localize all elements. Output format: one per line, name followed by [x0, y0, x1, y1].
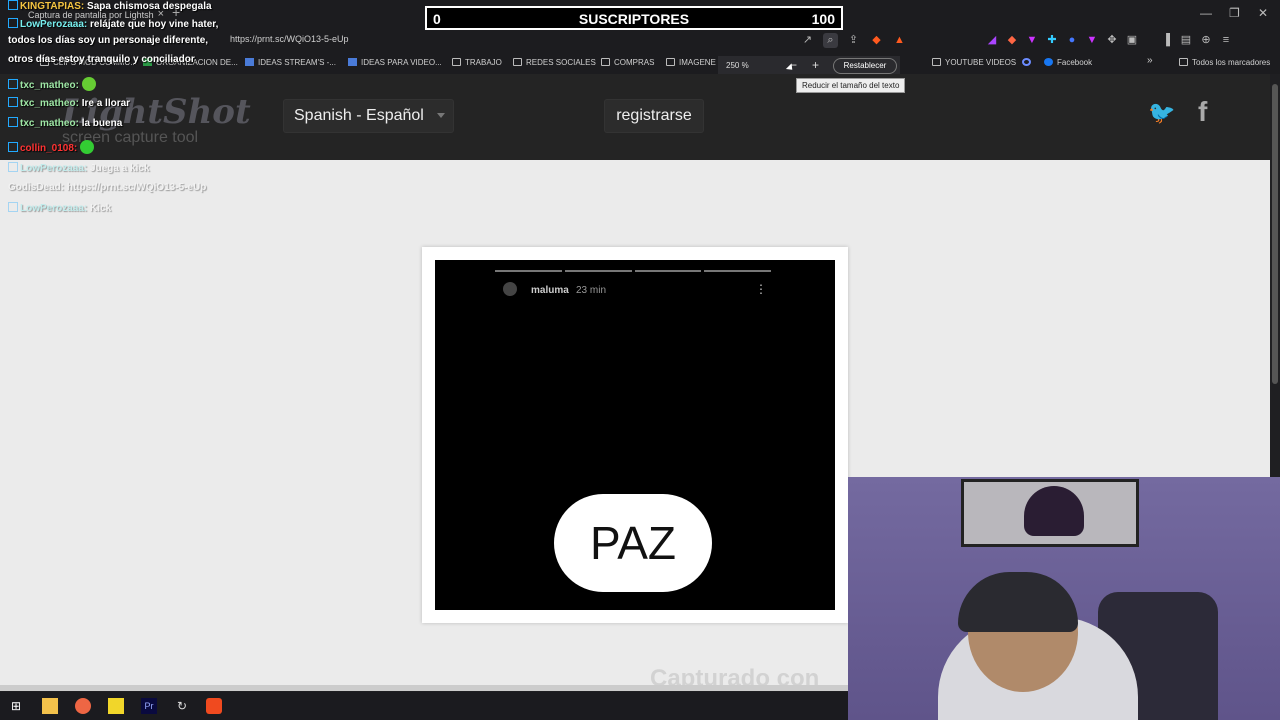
chat-message: KINGTAPIAS: Sapa chismosa despegala: [8, 0, 212, 12]
sticky-notes-icon[interactable]: [108, 698, 124, 714]
story-username: maluma: [531, 285, 569, 296]
folder-icon: [932, 58, 941, 66]
avatar: [503, 282, 517, 296]
zoom-in-button[interactable]: +: [812, 58, 819, 72]
language-select[interactable]: Spanish - Español: [283, 99, 454, 133]
story-time: 23 min: [576, 285, 607, 296]
bookmark-item[interactable]: [1022, 58, 1035, 67]
file-explorer-icon[interactable]: [42, 698, 58, 714]
language-value: Spanish - Español: [294, 107, 424, 124]
subscriber-goal-bar: 0 SUSCRIPTORES 100: [425, 6, 843, 30]
minimize-icon[interactable]: —: [1200, 6, 1212, 20]
puzzle-icon[interactable]: ✥: [1105, 33, 1119, 48]
app-icon[interactable]: ↻: [174, 698, 190, 714]
chrome-icon: [1022, 58, 1031, 66]
scroll-thumb[interactable]: [1272, 84, 1278, 384]
extension-icon[interactable]: ◆: [1005, 33, 1019, 48]
emote-icon: [80, 140, 95, 154]
emote-icon: [81, 77, 96, 91]
subscriber-goal: 100: [811, 11, 835, 27]
chat-message: LowPerozaaa: relájate que hoy vine hater…: [8, 18, 218, 30]
wall-frame: [961, 479, 1139, 547]
chevron-down-icon: [437, 113, 445, 118]
bookmark-item[interactable]: IDEAS STREAM'S -...: [245, 58, 336, 67]
badge-icon: [8, 202, 18, 212]
chat-message: otros días estoy tranquilo y conciliador: [8, 54, 195, 65]
folder-icon: [513, 58, 522, 66]
badge-icon: [8, 97, 18, 107]
zoom-level: 250 %: [726, 61, 749, 70]
badge-icon: [8, 117, 18, 127]
premiere-pro-icon[interactable]: Pr: [141, 698, 157, 714]
site-header: LightShot screen capture tool Spanish - …: [0, 74, 1270, 160]
reset-zoom-button[interactable]: Restablecer: [833, 58, 897, 74]
story-text-sticker: PAZ: [554, 494, 712, 592]
chat-message: txc_matheo: la buena: [8, 117, 122, 129]
document-icon: [348, 58, 357, 66]
windows-taskbar: ⊞ Pr ↻: [0, 692, 848, 720]
document-icon: [245, 58, 254, 66]
more-bookmarks-icon[interactable]: »: [1147, 55, 1153, 66]
folder-icon: [666, 58, 675, 66]
windows-start-icon[interactable]: ⊞: [8, 698, 24, 714]
wallet-icon[interactable]: ▣: [1125, 33, 1139, 48]
maximize-icon[interactable]: ❐: [1229, 6, 1240, 20]
extension-icon[interactable]: ●: [1065, 33, 1079, 48]
brave-shield-icon[interactable]: ◆: [869, 33, 884, 48]
bookmark-item[interactable]: REDES SOCIALES: [513, 58, 596, 67]
share-icon[interactable]: ⇪: [846, 33, 861, 48]
chat-message: txc_matheo:: [8, 77, 96, 91]
bookmark-item[interactable]: COMPRAS: [601, 58, 654, 67]
bookmark-item[interactable]: IMAGENE: [666, 58, 716, 67]
more-options-icon: ⋮: [755, 282, 767, 296]
chat-message: GodisDead: https://prnt.sc/WQiO13-5-eUp: [8, 182, 207, 193]
subscriber-label: SUSCRIPTORES: [578, 11, 690, 27]
brave-browser-icon[interactable]: [206, 698, 222, 714]
bookmark-item[interactable]: Facebook: [1044, 58, 1092, 67]
sidebar-icon[interactable]: ▐: [1159, 33, 1173, 48]
badge-icon: [8, 142, 18, 152]
chat-message: txc_matheo: Ire a llorar: [8, 97, 130, 109]
webcam-overlay: [848, 477, 1280, 720]
badge-icon: [8, 0, 18, 10]
facebook-icon: [1044, 58, 1053, 66]
chrome-icon[interactable]: [75, 698, 91, 714]
chat-message: todos los días soy un personaje diferent…: [8, 35, 209, 46]
brave-rewards-icon[interactable]: ▲: [892, 33, 907, 48]
facebook-icon[interactable]: f: [1198, 96, 1207, 128]
chat-message: collin_0108:: [8, 140, 95, 154]
extension-icon[interactable]: ▼: [1025, 33, 1039, 48]
zoom-popup: 250 % − + Restablecer: [718, 56, 900, 76]
extension-icon[interactable]: ◢: [985, 33, 999, 48]
screenshot-frame: maluma 23 min ⋮ PAZ: [422, 247, 848, 623]
zoom-tooltip: Reducir el tamaño del texto: [796, 78, 906, 93]
profile-icon[interactable]: ⊕: [1199, 33, 1213, 48]
menu-icon[interactable]: ≡: [1219, 33, 1233, 48]
close-window-icon[interactable]: ✕: [1258, 6, 1268, 20]
register-button[interactable]: registrarse: [604, 99, 704, 133]
story-progress: [495, 270, 771, 272]
story-screenshot: maluma 23 min ⋮ PAZ: [435, 260, 835, 610]
vpn-icon[interactable]: ▤: [1179, 33, 1193, 48]
bookmark-item[interactable]: YOUTUBE VIDEOS: [932, 58, 1016, 67]
url-field[interactable]: https://prnt.sc/WQiO13-5-eUp: [230, 34, 349, 44]
bookmark-item[interactable]: TRABAJO: [452, 58, 502, 67]
extension-icon[interactable]: ▼: [1085, 33, 1099, 48]
zoom-icon[interactable]: ⌕: [823, 33, 838, 48]
badge-icon: [8, 79, 18, 89]
bookmark-item[interactable]: IDEAS PARA VIDEO...: [348, 58, 442, 67]
folder-icon: [601, 58, 610, 66]
chat-message: LowPerozaaa: Juega a kick: [8, 162, 150, 174]
twitter-icon[interactable]: 🐦: [1148, 100, 1175, 126]
chat-message: LowPerozaaa: Kick: [8, 202, 111, 214]
badge-icon: [8, 162, 18, 172]
open-external-icon[interactable]: ↗: [800, 33, 815, 48]
badge-icon: [8, 18, 18, 28]
folder-icon: [1179, 58, 1188, 66]
bookmark-item[interactable]: Todos los marcadores: [1179, 58, 1270, 67]
folder-icon: [452, 58, 461, 66]
extension-icon[interactable]: ✚: [1045, 33, 1059, 48]
